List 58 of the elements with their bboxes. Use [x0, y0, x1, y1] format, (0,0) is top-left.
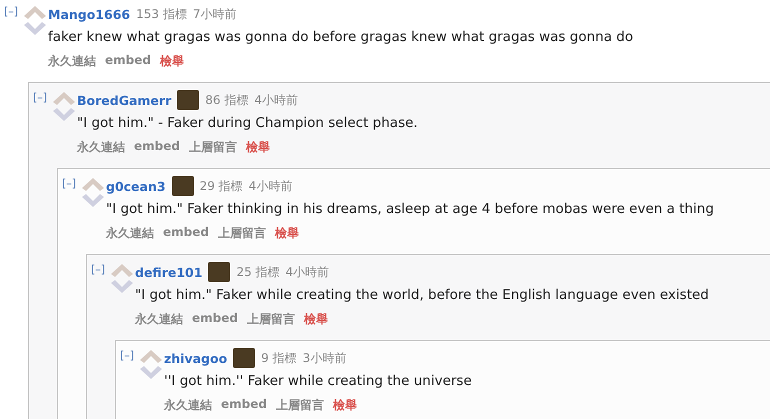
action-link[interactable]: embed [192, 311, 238, 328]
report-link[interactable]: 檢舉 [332, 397, 357, 414]
collapse-toggle[interactable]: [–] [120, 349, 138, 362]
downvote-icon[interactable] [140, 366, 162, 379]
collapse-toggle[interactable]: [–] [33, 91, 51, 104]
comment-points: 86 指標 [205, 92, 248, 108]
comment-time: 4小時前 [248, 178, 292, 194]
upvote-icon[interactable] [140, 350, 162, 363]
downvote-icon[interactable] [24, 22, 46, 35]
comment-time: 7小時前 [192, 6, 236, 22]
comment-text: "I got him." Faker thinking in his dreams, asleep at age 4 before mobas were even a thing [106, 201, 715, 217]
comment-author[interactable]: zhivagoo [164, 350, 228, 366]
downvote-icon[interactable] [53, 108, 75, 121]
collapse-toggle[interactable]: [–] [62, 177, 80, 190]
downvote-icon[interactable] [111, 280, 133, 293]
action-link[interactable]: 上層留言 [218, 225, 266, 242]
comment-author[interactable]: Mango1666 [48, 6, 130, 22]
avatar-placeholder [208, 262, 230, 282]
downvote-icon[interactable] [82, 194, 104, 207]
action-link[interactable]: 永久連結 [48, 53, 96, 70]
report-link[interactable]: 檢舉 [304, 311, 328, 328]
upvote-icon[interactable] [53, 92, 75, 105]
comment-time: 4小時前 [286, 264, 330, 280]
comment-author[interactable]: g0cean3 [106, 178, 166, 194]
action-link[interactable]: 上層留言 [276, 397, 324, 414]
upvote-icon[interactable] [24, 6, 46, 19]
avatar-placeholder [233, 348, 256, 368]
collapse-toggle[interactable]: [–] [4, 5, 22, 18]
report-link[interactable]: 檢舉 [246, 139, 270, 156]
upvote-icon[interactable] [111, 264, 133, 277]
comment-points: 29 指標 [200, 178, 243, 194]
action-link[interactable]: embed [105, 53, 151, 70]
comment-text: "I got him." - Faker during Champion select phase. [77, 115, 419, 131]
comment-points: 153 指標 [136, 6, 187, 22]
comment-text: ''I got him.'' Faker while creating the universe [164, 373, 473, 389]
upvote-icon[interactable] [82, 178, 104, 191]
collapse-toggle[interactable]: [–] [91, 263, 109, 276]
action-link[interactable]: 永久連結 [77, 139, 125, 156]
action-link[interactable]: embed [134, 139, 180, 156]
comment-points: 25 指標 [236, 264, 280, 280]
report-link[interactable]: 檢舉 [160, 53, 184, 70]
action-link[interactable]: 永久連結 [106, 225, 154, 242]
report-link[interactable]: 檢舉 [274, 225, 299, 242]
action-link[interactable]: 永久連結 [135, 311, 183, 328]
action-link[interactable]: embed [163, 225, 209, 242]
action-link[interactable]: 上層留言 [246, 311, 295, 328]
comment-time: 4小時前 [254, 92, 298, 108]
comment-points: 9 指標 [261, 350, 297, 366]
avatar-placeholder [172, 176, 194, 196]
comment-author[interactable]: BoredGamerr [77, 92, 172, 108]
comment-time: 3小時前 [302, 350, 346, 366]
comment-text: "I got him." Faker while creating the world, before the English language even existed [135, 287, 710, 303]
action-link[interactable]: embed [221, 397, 267, 414]
action-link[interactable]: 永久連結 [164, 397, 212, 414]
comment-author[interactable]: defire101 [135, 264, 202, 280]
comment-text: faker knew what gragas was gonna do before gragas knew what gragas was gonna do [48, 29, 634, 45]
avatar-placeholder [177, 90, 200, 110]
action-link[interactable]: 上層留言 [188, 139, 237, 156]
